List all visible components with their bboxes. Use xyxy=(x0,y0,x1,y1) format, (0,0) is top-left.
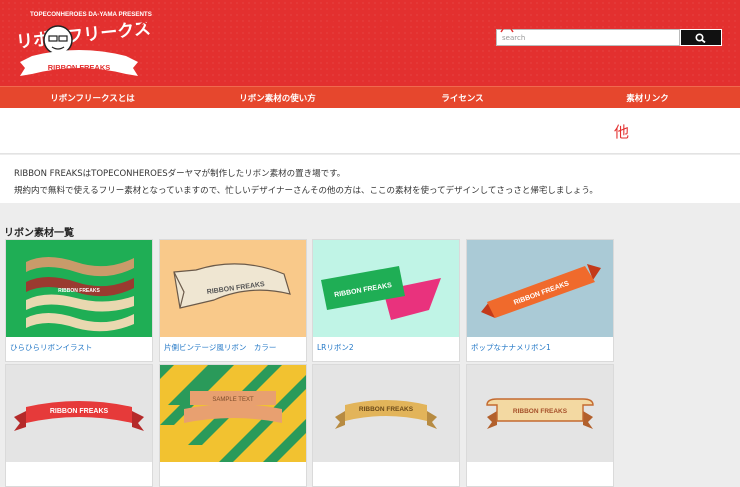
search-button[interactable] xyxy=(680,29,722,46)
card-title[interactable] xyxy=(313,462,459,467)
card-thumbnail: RIBBON FREAKS xyxy=(467,365,613,462)
nav-item-howto[interactable]: リボン素材の使い方 xyxy=(185,87,370,108)
card-title[interactable] xyxy=(6,462,152,467)
ribbon-z-icon[interactable] xyxy=(315,13,345,33)
card-ribbon-text: RIBBON FREAKS xyxy=(359,406,414,413)
card-title[interactable]: 片側ビンテージ風リボン カラー xyxy=(160,337,306,353)
card-thumbnail: SAMPLE TEXT xyxy=(160,365,306,462)
ribbon-card[interactable]: RIBBON FREAKS 片側ビンテージ風リボン カラー xyxy=(159,239,307,362)
card-thumbnail: RIBBON FREAKS xyxy=(160,240,306,337)
card-ribbon-text: SAMPLE TEXT xyxy=(212,397,254,403)
nav-item-links[interactable]: 素材リンク xyxy=(555,87,740,108)
card-title[interactable]: ポップなナナメリボン1 xyxy=(467,337,613,353)
ribbon-wave-icon[interactable] xyxy=(138,13,168,33)
intro-line-2: 規約内で無料で使えるフリー素材となっていますので、忙しいデザイナーさんその他の方… xyxy=(14,186,598,196)
ribbon-card[interactable]: RIBBON FREAKS ポップなナナメリボン1 xyxy=(466,239,614,362)
intro-line-1: RIBBON FREAKSはTOPECONHEROESダーヤマが制作したリボン素… xyxy=(14,169,346,179)
section-title: リボン素材一覧 xyxy=(4,228,74,239)
ribbon-bow-icon[interactable] xyxy=(374,13,404,33)
site-header: TOPECONHEROES DA-YAMA PRESENTS リボンフリークス … xyxy=(0,0,740,86)
ribbon-card[interactable]: SAMPLE TEXT xyxy=(159,364,307,487)
card-thumbnail: RIBBON FREAKS xyxy=(6,240,152,337)
nav-item-about[interactable]: リボンフリークスとは xyxy=(0,87,185,108)
card-title[interactable] xyxy=(160,462,306,467)
card-ribbon-text: RIBBON FREAKS xyxy=(50,408,109,415)
card-title[interactable]: ひらひらリボンイラスト xyxy=(6,337,152,353)
ribbon-corner-icon[interactable] xyxy=(256,13,286,33)
ribbon-card[interactable]: RIBBON FREAKS xyxy=(466,364,614,487)
ribbon-card[interactable]: RIBBON FREAKS xyxy=(312,364,460,487)
ribbon-card[interactable]: RIBBON FREAKS LRリボン2 xyxy=(312,239,460,362)
card-thumbnail: RIBBON FREAKS xyxy=(467,240,613,337)
search-icon xyxy=(695,32,706,43)
card-title[interactable] xyxy=(467,462,613,467)
card-thumbnail: RIBBON FREAKS xyxy=(313,365,459,462)
ribbon-arch-icon[interactable] xyxy=(79,13,109,33)
card-title[interactable]: LRリボン2 xyxy=(313,337,459,353)
card-thumbnail: RIBBON FREAKS xyxy=(6,365,152,462)
search-form xyxy=(496,29,722,46)
nav-item-license[interactable]: ライセンス xyxy=(370,87,555,108)
ribbon-curl-icon[interactable] xyxy=(197,13,227,33)
intro-section: RIBBON FREAKSはTOPECONHEROESダーヤマが制作したリボン素… xyxy=(0,155,740,203)
ribbon-card[interactable]: RIBBON FREAKS xyxy=(5,364,153,487)
ribbon-banner-icon[interactable] xyxy=(20,13,50,33)
card-thumbnail: RIBBON FREAKS xyxy=(313,240,459,337)
ribbon-card[interactable]: RIBBON FREAKS ひらひらリボンイラスト xyxy=(5,239,153,362)
ribbon-badge-icon[interactable] xyxy=(492,13,522,33)
main-nav: リボンフリークスとは リボン素材の使い方 ライセンス 素材リンク xyxy=(0,86,740,108)
ribbon-flat-icon[interactable] xyxy=(551,13,581,33)
logo-ribbon-text: RIBBON FREAKS xyxy=(48,63,111,72)
search-input[interactable] xyxy=(496,29,680,46)
card-ribbon-text: RIBBON FREAKS xyxy=(58,288,100,294)
card-ribbon-text: RIBBON FREAKS xyxy=(513,408,568,415)
ribbon-bookmark-icon[interactable] xyxy=(433,13,463,33)
ribbon-other-link[interactable]: 他 xyxy=(614,121,629,142)
